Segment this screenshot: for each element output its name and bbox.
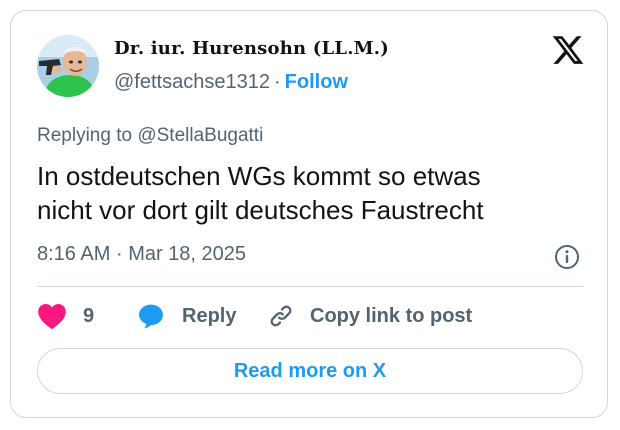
author-handle-row: @fettsachse1312 · Follow xyxy=(114,71,348,94)
copy-link-label: Copy link to post xyxy=(310,304,473,327)
embedded-post-card: Dr. iur. Hurensohn (LL.M.) @fettsachse13… xyxy=(10,10,608,418)
link-icon xyxy=(270,305,292,327)
post-text-line: In ostdeutschen WGs kommt so etwas xyxy=(37,161,481,191)
x-logo-icon[interactable] xyxy=(551,33,585,67)
heart-icon xyxy=(38,304,66,330)
timestamp-separator: · xyxy=(115,243,123,265)
replying-to-line: Replying to @StellaBugatti xyxy=(37,125,263,147)
author-handle[interactable]: @fettsachse1312 xyxy=(114,71,270,93)
post-time[interactable]: 8:16 AM xyxy=(37,243,110,265)
divider xyxy=(37,286,583,287)
follow-button[interactable]: Follow xyxy=(285,71,348,93)
author-display-name[interactable]: Dr. iur. Hurensohn (LL.M.) xyxy=(114,38,389,59)
post-text-line: nicht vor dort gilt deutsches Faustrecht xyxy=(37,195,484,225)
post-actions-bar: 9 Reply Copy link to post xyxy=(37,301,583,331)
replying-to-handle[interactable]: @StellaBugatti xyxy=(137,125,263,146)
avatar-image xyxy=(37,35,99,97)
replying-to-prefix: Replying to xyxy=(37,125,133,146)
like-button[interactable]: 9 xyxy=(37,301,94,331)
read-more-button[interactable]: Read more on X xyxy=(37,348,583,394)
reply-button[interactable]: Reply xyxy=(137,301,236,331)
reply-label: Reply xyxy=(182,304,237,327)
info-icon[interactable] xyxy=(554,244,580,270)
copy-link-button[interactable]: Copy link to post xyxy=(267,301,472,331)
speech-bubble-icon xyxy=(139,304,163,329)
post-date[interactable]: Mar 18, 2025 xyxy=(128,243,246,265)
post-timestamp: 8:16 AM · Mar 18, 2025 xyxy=(37,243,246,266)
author-avatar[interactable] xyxy=(37,35,99,97)
like-count: 9 xyxy=(83,304,95,327)
handle-separator: · xyxy=(273,71,281,93)
post-text: In ostdeutschen WGs kommt so etwas nicht… xyxy=(37,159,587,227)
